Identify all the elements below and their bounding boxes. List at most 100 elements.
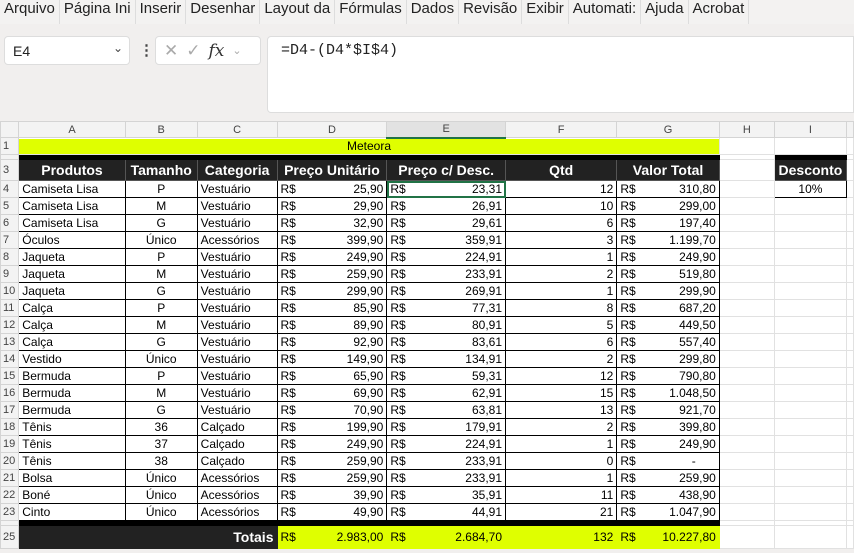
row-header[interactable]: 11	[0, 299, 20, 317]
menu-tab[interactable]: Automati:	[569, 0, 642, 24]
price-cell[interactable]: R$ 29,61	[386, 214, 506, 232]
total-cell[interactable]: R$ 1.047,90	[616, 503, 720, 521]
size-cell[interactable]: P	[124, 248, 198, 266]
category-cell[interactable]: Vestuário	[196, 265, 278, 283]
price-cell[interactable]: R$ 49,90	[276, 503, 388, 521]
column-header[interactable]: A	[18, 121, 126, 138]
chevron-down-icon[interactable]: ⌄	[113, 41, 123, 55]
qty-cell[interactable]: 1	[504, 469, 618, 487]
menu-tab[interactable]: Inserir	[136, 0, 187, 24]
size-cell[interactable]: Único	[124, 486, 198, 504]
more-icon[interactable]: ⋮	[139, 41, 154, 59]
row-header[interactable]: 22	[0, 486, 20, 504]
price-cell[interactable]: R$ 70,90	[276, 401, 388, 419]
category-cell[interactable]: Vestuário	[196, 333, 278, 351]
menu-tab[interactable]: Desenhar	[186, 0, 261, 24]
price-cell[interactable]: R$ 92,90	[276, 333, 388, 351]
size-cell[interactable]: Único	[124, 231, 198, 249]
category-cell[interactable]: Vestuário	[196, 367, 278, 385]
column-title[interactable]: Valor Total	[616, 159, 720, 181]
row-header[interactable]: 17	[0, 401, 20, 419]
menu-tab[interactable]: Arquivo	[0, 0, 60, 24]
price-cell[interactable]: R$ 89,90	[276, 316, 388, 334]
product-cell[interactable]: Bermuda	[18, 401, 126, 419]
row-header[interactable]: 3	[0, 159, 20, 181]
total-desc[interactable]: R$ 2.684,70	[386, 525, 506, 549]
category-cell[interactable]: Vestuário	[196, 197, 278, 215]
price-cell[interactable]: R$ 83,61	[386, 333, 506, 351]
price-cell[interactable]: R$ 65,90	[276, 367, 388, 385]
size-cell[interactable]: M	[124, 197, 198, 215]
row-header[interactable]: 18	[0, 418, 20, 436]
price-cell[interactable]: R$ 233,91	[386, 469, 506, 487]
price-cell[interactable]: R$ 249,90	[276, 248, 388, 266]
price-cell[interactable]: R$ 29,90	[276, 197, 388, 215]
product-cell[interactable]: Calça	[18, 316, 126, 334]
category-cell[interactable]: Vestuário	[196, 180, 278, 198]
size-cell[interactable]: 38	[124, 452, 198, 470]
qty-cell[interactable]: 11	[504, 486, 618, 504]
size-cell[interactable]: G	[124, 401, 198, 419]
price-cell[interactable]: R$ 149,90	[276, 350, 388, 368]
total-cell[interactable]: R$ 299,80	[616, 350, 720, 368]
price-cell[interactable]: R$ 59,31	[386, 367, 506, 385]
row-header[interactable]: 5	[0, 197, 20, 215]
row-header[interactable]: 21	[0, 469, 20, 487]
qty-cell[interactable]: 2	[504, 350, 618, 368]
price-cell[interactable]: R$ 25,90	[276, 180, 388, 198]
price-cell[interactable]: R$ 259,90	[276, 452, 388, 470]
price-cell[interactable]: R$ 259,90	[276, 469, 388, 487]
formula-bar[interactable]: =D4-(D4*$I$4)	[267, 36, 854, 113]
price-cell[interactable]: R$ 359,91	[386, 231, 506, 249]
qty-cell[interactable]: 1	[504, 282, 618, 300]
cancel-icon[interactable]: ✕	[164, 41, 178, 61]
column-header[interactable]: B	[124, 121, 198, 138]
total-cell[interactable]: R$ 299,90	[616, 282, 720, 300]
product-cell[interactable]: Cinto	[18, 503, 126, 521]
category-cell[interactable]: Acessórios	[196, 469, 278, 487]
price-cell[interactable]: R$ 233,91	[386, 265, 506, 283]
size-cell[interactable]: G	[124, 282, 198, 300]
total-cell[interactable]: R$ 519,80	[616, 265, 720, 283]
size-cell[interactable]: M	[124, 316, 198, 334]
product-cell[interactable]: Jaqueta	[18, 248, 126, 266]
name-box[interactable]: E4 ⌄	[4, 36, 130, 65]
price-cell[interactable]: R$ 32,90	[276, 214, 388, 232]
price-cell[interactable]: R$ 23,31	[386, 180, 506, 198]
product-cell[interactable]: Calça	[18, 299, 126, 317]
total-cell[interactable]: R$ 921,70	[616, 401, 720, 419]
total-cell[interactable]: R$ 399,80	[616, 418, 720, 436]
column-header[interactable]: H	[718, 121, 775, 138]
category-cell[interactable]: Vestuário	[196, 299, 278, 317]
price-cell[interactable]: R$ 233,91	[386, 452, 506, 470]
qty-cell[interactable]: 10	[504, 197, 618, 215]
row-header[interactable]: 7	[0, 231, 20, 249]
price-cell[interactable]: R$ 259,90	[276, 265, 388, 283]
product-cell[interactable]: Calça	[18, 333, 126, 351]
qty-cell[interactable]: 12	[504, 180, 618, 198]
row-header[interactable]: 15	[0, 367, 20, 385]
product-cell[interactable]: Camiseta Lisa	[18, 197, 126, 215]
menu-tab[interactable]: Dados	[407, 0, 460, 24]
product-cell[interactable]: Bolsa	[18, 469, 126, 487]
row-header[interactable]: 1	[0, 137, 20, 155]
enter-icon[interactable]: ✓	[186, 41, 200, 61]
product-cell[interactable]: Tênis	[18, 418, 126, 436]
qty-cell[interactable]: 0	[504, 452, 618, 470]
price-cell[interactable]: R$ 179,91	[386, 418, 506, 436]
category-cell[interactable]: Acessórios	[196, 503, 278, 521]
qty-cell[interactable]: 13	[504, 401, 618, 419]
total-qtd[interactable]: 132	[504, 525, 618, 549]
qty-cell[interactable]: 21	[504, 503, 618, 521]
row-header[interactable]: 13	[0, 333, 20, 351]
size-cell[interactable]: P	[124, 180, 198, 198]
category-cell[interactable]: Acessórios	[196, 486, 278, 504]
column-header[interactable]: D	[276, 121, 388, 138]
product-cell[interactable]: Boné	[18, 486, 126, 504]
column-header[interactable]: F	[504, 121, 618, 138]
price-cell[interactable]: R$ 26,91	[386, 197, 506, 215]
price-cell[interactable]: R$ 63,81	[386, 401, 506, 419]
menu-tab[interactable]: Página Ini	[60, 0, 136, 24]
size-cell[interactable]: 37	[124, 435, 198, 453]
menu-tab[interactable]: Fórmulas	[335, 0, 407, 24]
